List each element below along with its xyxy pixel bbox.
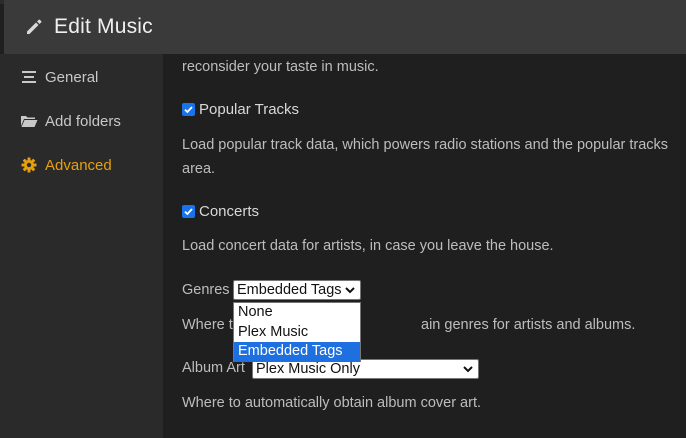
concerts-description: Load concert data for artists, in case y…: [182, 238, 554, 254]
genres-option-plex-music[interactable]: Plex Music: [234, 323, 360, 343]
sidebar-item-label: General: [45, 68, 99, 86]
popular-tracks-label: Popular Tracks: [199, 101, 300, 118]
sidebar-item-add-folders[interactable]: Add folders: [20, 109, 121, 133]
genres-dropdown-list: None Plex Music Embedded Tags: [233, 302, 361, 362]
album-art-label: Album Art: [182, 360, 245, 376]
pencil-icon: [23, 16, 45, 38]
genres-description-right: ain genres for artists and albums.: [421, 317, 636, 333]
sidebar-item-general[interactable]: General: [20, 65, 98, 89]
sidebar-item-advanced[interactable]: Advanced: [20, 153, 112, 177]
genres-select-value: Embedded Tags: [237, 282, 342, 298]
genres-select[interactable]: Embedded Tags: [233, 280, 361, 300]
page-title: Edit Music: [54, 15, 153, 38]
album-art-select-value: Plex Music Only: [256, 361, 360, 377]
sidebar: General Add folders Advanced: [0, 54, 163, 438]
popular-tracks-checkbox[interactable]: [182, 103, 195, 116]
concerts-label: Concerts: [199, 203, 260, 220]
gear-icon: [20, 156, 38, 174]
intro-description: reconsider your taste in music.: [182, 59, 379, 75]
concerts-option[interactable]: Concerts: [182, 203, 259, 220]
album-art-description: Where to automatically obtain album cove…: [182, 395, 481, 411]
sidebar-item-label: Add folders: [45, 112, 121, 130]
genres-option-embedded-tags[interactable]: Embedded Tags: [234, 342, 360, 362]
popular-tracks-option[interactable]: Popular Tracks: [182, 101, 299, 118]
chevron-down-icon: [463, 366, 473, 373]
chevron-down-icon: [345, 287, 355, 294]
popular-tracks-description: Load popular track data, which powers ra…: [182, 137, 669, 153]
concerts-checkbox[interactable]: [182, 205, 195, 218]
list-icon: [20, 68, 38, 86]
modal-header: Edit Music: [4, 0, 686, 54]
album-art-select[interactable]: Plex Music Only: [252, 359, 479, 379]
settings-content: reconsider your taste in music. Popular …: [163, 54, 686, 438]
genres-description-left: Where t: [182, 317, 233, 333]
genres-label: Genres: [182, 282, 230, 298]
sidebar-item-label: Advanced: [45, 156, 112, 174]
popular-tracks-description-line2: area.: [182, 161, 216, 177]
folder-icon: [20, 112, 38, 130]
genres-option-none[interactable]: None: [234, 303, 360, 323]
